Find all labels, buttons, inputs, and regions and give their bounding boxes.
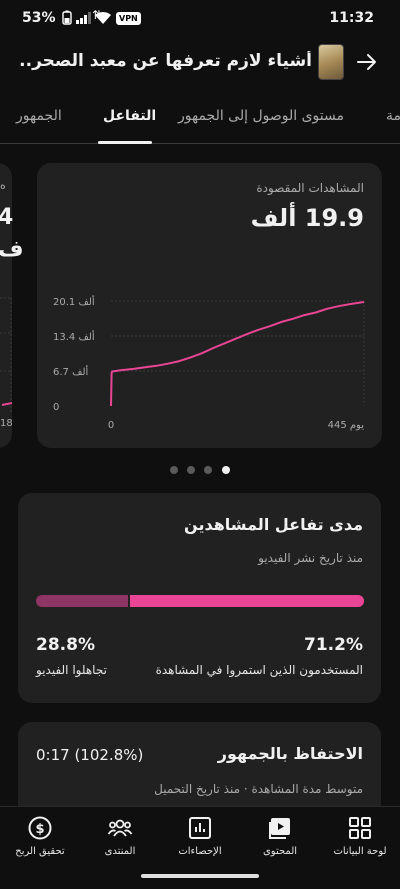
dashboard-icon xyxy=(349,817,371,839)
tab-overview[interactable]: مة xyxy=(386,108,400,124)
series-line xyxy=(110,301,365,407)
header: أشياء لازم تعرفها عن معبد الصحر.. xyxy=(0,40,400,88)
retention-title: الاحتفاظ بالجمهور xyxy=(217,744,363,763)
svg-text:$: $ xyxy=(35,822,44,837)
engagement-bar xyxy=(36,595,364,607)
wifi-icon xyxy=(94,11,112,29)
content-icon xyxy=(269,818,290,839)
pager-dot-active[interactable] xyxy=(222,466,230,474)
retention-value: 0:17 (102.8%) xyxy=(36,746,144,764)
nav-earn[interactable]: $ تحقيق الربح xyxy=(0,815,80,857)
stayed-percent: 71.2% xyxy=(304,635,363,655)
nav-content[interactable]: المحتوى xyxy=(240,815,320,857)
nav-analytics[interactable]: الإحصاءات xyxy=(160,815,240,857)
community-icon xyxy=(107,819,133,837)
x-tick-label: 0 xyxy=(108,420,114,431)
video-title: أشياء لازم تعرفها عن معبد الصحر.. xyxy=(19,51,312,71)
signal-icon xyxy=(76,12,92,28)
video-thumbnail xyxy=(318,44,344,80)
y-tick-label: 6.7 ألف xyxy=(53,365,88,378)
nav-label: المنتدى xyxy=(104,846,136,857)
tab-reach[interactable]: مستوى الوصول إلى الجمهور xyxy=(178,108,344,124)
tab-audience[interactable]: الجمهور xyxy=(16,108,62,124)
previous-metric-card[interactable]: ه 4 ف 18 xyxy=(0,163,24,448)
home-indicator[interactable] xyxy=(141,874,259,878)
skipped-label: تجاهلوا الفيديو xyxy=(36,663,107,677)
y-tick-label: 20.1 ألف xyxy=(53,295,95,308)
status-bar: 53% ⇅ VPN 11:32 xyxy=(0,0,400,36)
nav-community[interactable]: المنتدى xyxy=(80,815,160,857)
pager-dot[interactable] xyxy=(187,466,195,474)
views-line-chart: 0 6.7 ألف 13.4 ألف 20.1 ألف 0 445 يوم xyxy=(53,295,365,431)
stayed-bar-segment xyxy=(130,595,364,607)
peek-value-unit: ف xyxy=(0,237,24,262)
tab-bar: مة مستوى الوصول إلى الجمهور التفاعل الجم… xyxy=(0,96,400,144)
viewer-engagement-card[interactable]: مدى تفاعل المشاهدين منذ تاريخ نشر الفيدي… xyxy=(18,493,381,703)
nav-label: المحتوى xyxy=(262,846,298,857)
pager-dot[interactable] xyxy=(170,466,178,474)
y-tick-label: 13.4 ألف xyxy=(53,330,95,343)
active-tab-indicator xyxy=(98,141,152,144)
intended-views-card[interactable]: المشاهدات المقصودة 19.9 ألف 0 6.7 ألف 13.4… xyxy=(37,163,382,448)
battery-icon xyxy=(62,10,72,29)
nav-dashboard[interactable]: لوحة البيانات xyxy=(320,815,400,857)
vpn-badge: VPN xyxy=(116,12,141,25)
arrow-right-icon xyxy=(357,54,376,70)
peek-tick: 18 xyxy=(0,418,13,429)
engagement-title: مدى تفاعل المشاهدين xyxy=(184,515,363,534)
retention-subtitle: متوسط مدة المشاهدة · منذ تاريخ التحميل xyxy=(154,782,363,796)
y-tick-label: 0 xyxy=(53,402,59,413)
earn-icon: $ xyxy=(28,816,52,840)
nav-label: لوحة البيانات xyxy=(333,846,387,857)
analytics-icon xyxy=(189,817,211,839)
back-button[interactable] xyxy=(352,46,382,76)
skipped-percent: 28.8% xyxy=(36,635,95,655)
nav-label: تحقيق الربح xyxy=(15,846,65,857)
tab-engagement[interactable]: التفاعل xyxy=(103,108,156,124)
stayed-label: المستخدمون الذين استمروا في المشاهدة xyxy=(155,663,363,677)
bar-divider xyxy=(128,595,131,607)
carousel-dots xyxy=(170,466,240,476)
clock: 11:32 xyxy=(329,10,374,26)
battery-percent: 53% xyxy=(22,10,56,26)
peek-value-digit: 4 xyxy=(0,205,14,230)
nav-label: الإحصاءات xyxy=(178,846,222,857)
engagement-subtitle: منذ تاريخ نشر الفيديو xyxy=(258,551,363,565)
x-tick-label: 445 يوم xyxy=(328,420,365,431)
pager-dot[interactable] xyxy=(204,466,212,474)
